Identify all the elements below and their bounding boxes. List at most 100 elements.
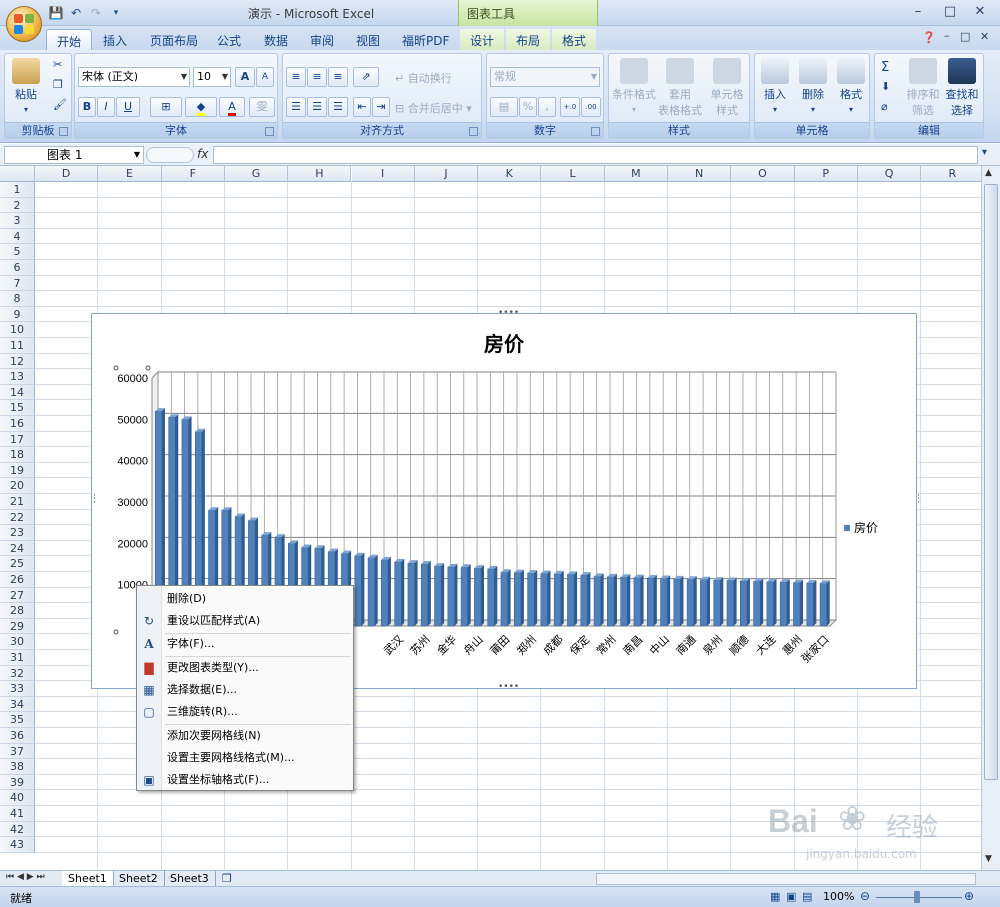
alignment-launcher-icon[interactable] xyxy=(469,127,478,136)
align-right-button[interactable]: ☰ xyxy=(328,97,348,117)
row-header[interactable]: 35 xyxy=(0,712,35,728)
close-icon[interactable]: ✕ xyxy=(968,4,992,19)
row-header[interactable]: 22 xyxy=(0,509,35,526)
row-header[interactable]: 39 xyxy=(0,774,35,791)
insert-cells-button[interactable]: 插入 ▾ xyxy=(759,58,791,115)
column-header[interactable]: N xyxy=(668,166,732,182)
conditional-format-button[interactable]: 条件格式 ▾ xyxy=(611,58,657,115)
row-header[interactable]: 18 xyxy=(0,447,35,463)
column-header[interactable]: F xyxy=(161,166,225,182)
menu-item-change-chart-type[interactable]: ▇ 更改图表类型(Y)... xyxy=(137,657,353,679)
zoom-out-icon[interactable]: ⊖ xyxy=(860,889,870,903)
clipboard-launcher-icon[interactable] xyxy=(59,127,68,136)
percent-button[interactable]: % xyxy=(519,97,537,117)
ribbon-minimize-icon[interactable]: – xyxy=(944,29,950,42)
name-box[interactable]: 图表 1 ▼ xyxy=(4,146,144,164)
row-header[interactable]: 30 xyxy=(0,634,35,650)
font-size-select[interactable]: 10 ▼ xyxy=(193,67,231,87)
row-header[interactable]: 43 xyxy=(0,837,35,853)
italic-button[interactable]: I xyxy=(97,97,115,117)
column-header[interactable]: G xyxy=(224,166,289,182)
align-left-button[interactable]: ☰ xyxy=(286,97,306,117)
zoom-in-icon[interactable]: ⊕ xyxy=(964,889,974,903)
comma-button[interactable]: , xyxy=(538,97,556,117)
chart-resize-handle-top[interactable]: •••• xyxy=(498,308,519,318)
select-all-corner[interactable] xyxy=(0,166,35,182)
row-header[interactable]: 1 xyxy=(0,182,35,198)
column-header[interactable]: O xyxy=(731,166,795,182)
borders-button[interactable]: ⊞ xyxy=(150,97,182,117)
tab-insert[interactable]: 插入 xyxy=(93,29,137,50)
scroll-thumb[interactable] xyxy=(984,184,998,780)
tab-layout[interactable]: 布局 xyxy=(506,29,551,50)
column-header[interactable]: J xyxy=(414,166,479,182)
format-as-table-button[interactable]: 套用 表格格式 xyxy=(657,58,703,118)
font-color-button[interactable]: A xyxy=(219,97,245,117)
format-cells-button[interactable]: 格式 ▾ xyxy=(835,58,867,115)
tab-home[interactable]: 开始 xyxy=(46,29,93,50)
bold-button[interactable]: B xyxy=(78,97,96,117)
sheet-nav-icon[interactable]: ⏮ ◀ ▶ ⏭ xyxy=(6,872,45,882)
decrease-indent-button[interactable]: ⇤ xyxy=(353,97,371,117)
align-bottom-button[interactable]: ≡ xyxy=(328,67,348,87)
menu-item-select-data[interactable]: ▦ 选择数据(E)... xyxy=(137,679,353,701)
column-header[interactable]: H xyxy=(288,166,352,182)
row-header[interactable]: 12 xyxy=(0,353,35,370)
ribbon-close-icon[interactable]: ✕ xyxy=(980,30,989,43)
menu-item-3d-rotation[interactable]: ▢ 三维旋转(R)... xyxy=(137,701,353,723)
shrink-font-button[interactable]: A xyxy=(256,67,274,87)
paste-button[interactable]: 粘贴 ▾ xyxy=(11,58,41,115)
row-header[interactable]: 15 xyxy=(0,400,35,416)
row-header[interactable]: 7 xyxy=(0,275,35,292)
horizontal-scrollbar[interactable] xyxy=(596,873,976,885)
restore-icon[interactable]: □ xyxy=(938,4,962,19)
wrap-text-button[interactable]: ↵ 自动换行 xyxy=(395,70,452,86)
tab-data[interactable]: 数据 xyxy=(254,29,298,50)
tab-formulas[interactable]: 公式 xyxy=(207,29,251,50)
menu-item-font[interactable]: A 字体(F)... xyxy=(137,633,353,655)
row-header[interactable]: 33 xyxy=(0,681,35,697)
row-header[interactable]: 41 xyxy=(0,806,35,822)
grow-font-button[interactable]: A xyxy=(235,67,255,87)
redo-icon[interactable]: ↷ xyxy=(88,5,104,21)
row-header[interactable]: 40 xyxy=(0,790,35,806)
row-header[interactable]: 2 xyxy=(0,197,35,214)
autosum-button[interactable]: Σ xyxy=(881,60,889,75)
fill-icon[interactable]: ⬇ xyxy=(881,80,890,93)
insert-function-icon[interactable]: fx xyxy=(197,147,208,161)
scroll-down-icon[interactable]: ▼ xyxy=(985,854,992,864)
chart-resize-handle-left[interactable]: ⋮ xyxy=(90,494,99,504)
row-header[interactable]: 17 xyxy=(0,431,35,448)
formula-input[interactable] xyxy=(213,146,978,164)
row-header[interactable]: 34 xyxy=(0,696,35,713)
row-header[interactable]: 38 xyxy=(0,759,35,775)
row-header[interactable]: 42 xyxy=(0,821,35,838)
align-top-button[interactable]: ≡ xyxy=(286,67,306,87)
row-header[interactable]: 29 xyxy=(0,618,35,635)
tab-foxit-pdf[interactable]: 福昕PDF xyxy=(392,29,459,50)
save-icon[interactable]: 💾 xyxy=(48,5,64,21)
row-header[interactable]: 24 xyxy=(0,540,35,557)
tab-view[interactable]: 视图 xyxy=(346,29,390,50)
help-icon[interactable]: ❓ xyxy=(922,31,936,44)
column-header[interactable]: L xyxy=(541,166,605,182)
ribbon-restore-icon[interactable]: □ xyxy=(960,30,970,43)
menu-item-add-minor-gridlines[interactable]: 添加次要网格线(N) xyxy=(137,725,353,747)
cut-icon[interactable]: ✂ xyxy=(53,58,62,71)
zoom-level[interactable]: 100% xyxy=(823,890,854,903)
decrease-decimal-button[interactable]: .00 →.0 xyxy=(581,97,601,129)
row-header[interactable]: 13 xyxy=(0,369,35,385)
number-format-select[interactable]: 常规 ▼ xyxy=(490,67,600,87)
column-header[interactable]: E xyxy=(98,166,162,182)
column-header[interactable]: D xyxy=(35,166,99,182)
row-header[interactable]: 36 xyxy=(0,728,35,744)
underline-button[interactable]: U xyxy=(116,97,140,117)
menu-item-format-axis[interactable]: ▣ 设置坐标轴格式(F)... xyxy=(137,769,353,791)
zoom-slider-thumb[interactable] xyxy=(914,891,920,903)
row-header[interactable]: 8 xyxy=(0,291,35,307)
format-painter-icon[interactable]: 🖌 xyxy=(53,98,67,111)
sheet-tab-sheet2[interactable]: Sheet2 xyxy=(113,871,165,887)
find-select-button[interactable]: 查找和 选择 xyxy=(943,58,981,118)
name-box-dropdown-icon[interactable]: ▼ xyxy=(134,147,140,163)
column-header[interactable]: M xyxy=(604,166,668,182)
